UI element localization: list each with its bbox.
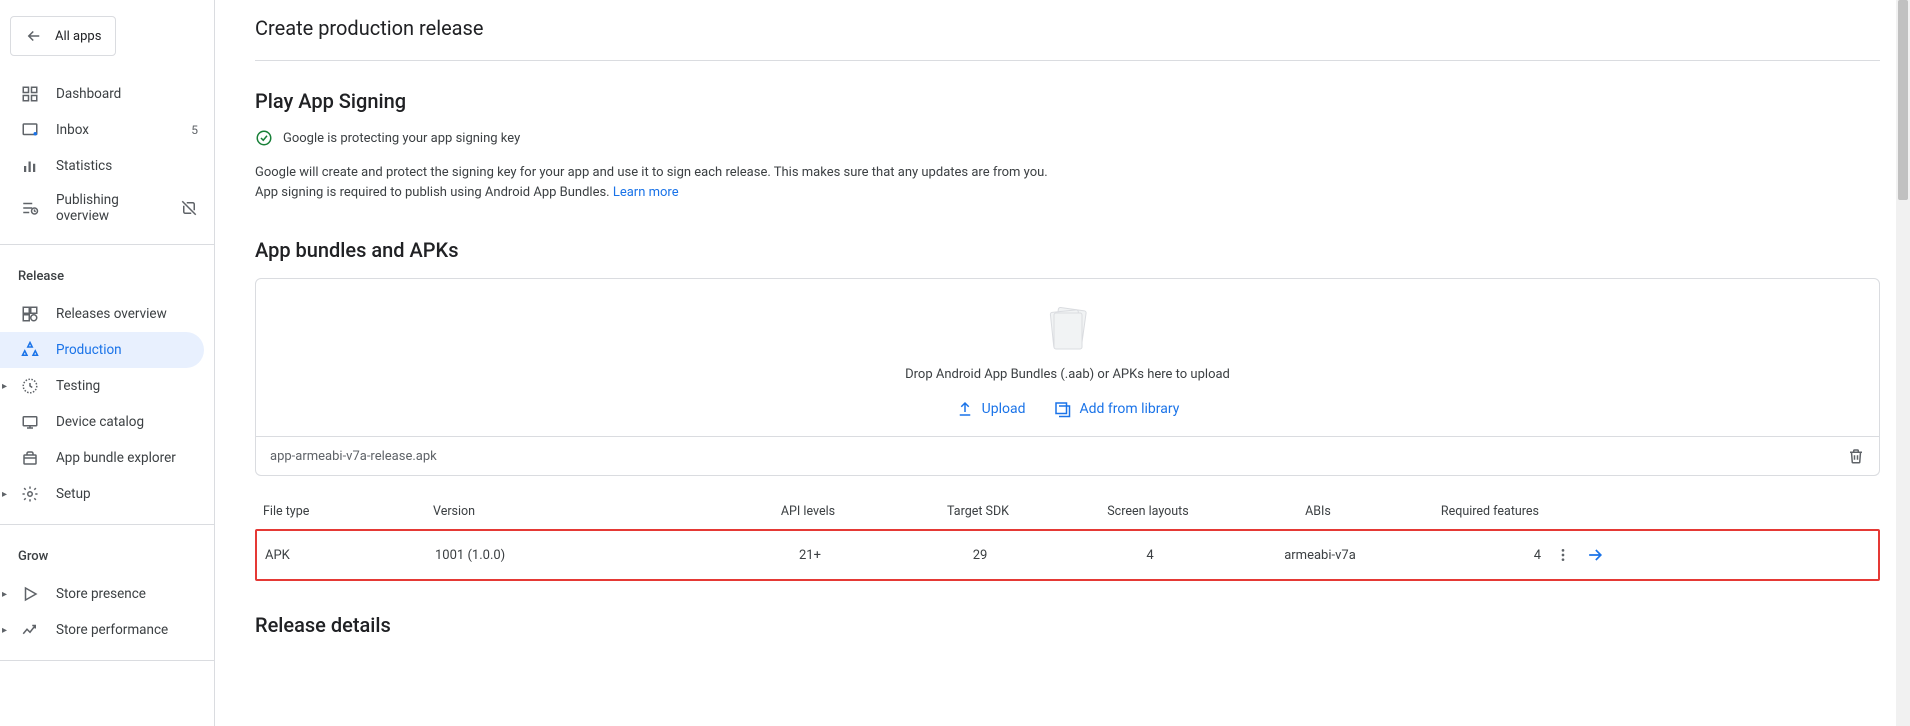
sidebar-item-store-performance[interactable]: ▸ Store performance xyxy=(0,612,214,648)
play-icon xyxy=(20,584,40,604)
sidebar-item-label: Dashboard xyxy=(56,86,198,102)
apk-table: File type Version API levels Target SDK … xyxy=(255,494,1880,581)
section-heading-release-details: Release details xyxy=(255,613,1880,637)
upload-button[interactable]: Upload xyxy=(956,400,1026,418)
th-version: Version xyxy=(433,504,723,519)
sidebar-item-label: App bundle explorer xyxy=(56,450,198,466)
sidebar-item-setup[interactable]: ▸ Setup xyxy=(0,476,214,512)
sidebar-item-label: Publishing overview xyxy=(56,192,164,224)
dashboard-icon xyxy=(20,84,40,104)
sidebar-item-label: Releases overview xyxy=(56,306,198,322)
signing-status-text: Google is protecting your app signing ke… xyxy=(283,131,520,146)
production-icon xyxy=(20,340,40,360)
table-header-row: File type Version API levels Target SDK … xyxy=(255,494,1880,529)
releases-overview-icon xyxy=(20,304,40,324)
chevron-right-icon: ▸ xyxy=(2,589,7,600)
sidebar-item-label: Testing xyxy=(56,378,198,394)
drop-zone-actions: Upload Add from library xyxy=(272,400,1863,418)
more-options-button[interactable] xyxy=(1555,547,1571,563)
cell-file-type: APK xyxy=(265,548,435,563)
sidebar-item-releases-overview[interactable]: Releases overview xyxy=(0,296,214,332)
file-name: app-armeabi-v7a-release.apk xyxy=(270,449,437,464)
add-from-library-button[interactable]: Add from library xyxy=(1053,400,1179,418)
main-content: Create production release Play App Signi… xyxy=(215,0,1910,726)
signing-description: Google will create and protect the signi… xyxy=(255,163,1880,202)
nav-section-grow: ▸ Store presence ▸ Store performance xyxy=(0,572,214,652)
chevron-right-icon: ▸ xyxy=(2,489,7,500)
cell-abis: armeabi-v7a xyxy=(1235,548,1405,563)
performance-icon xyxy=(20,620,40,640)
cell-target-sdk: 29 xyxy=(895,548,1065,563)
table-row: APK 1001 (1.0.0) 21+ 29 4 armeabi-v7a 4 xyxy=(255,529,1880,581)
nav-section-release: Releases overview Production ▸ Testing D… xyxy=(0,292,214,516)
row-actions xyxy=(1545,545,1605,565)
bundle-icon xyxy=(20,448,40,468)
sidebar-item-inbox[interactable]: Inbox 5 xyxy=(0,112,214,148)
publish-overview-icon xyxy=(20,198,40,218)
sidebar-item-label: Store presence xyxy=(56,586,198,602)
th-file-type: File type xyxy=(263,504,433,519)
scrollbar[interactable] xyxy=(1896,0,1910,726)
cell-required-features: 4 xyxy=(1405,548,1545,563)
scrollbar-thumb[interactable] xyxy=(1898,0,1908,200)
chevron-right-icon: ▸ xyxy=(2,381,7,392)
section-title-grow: Grow xyxy=(0,533,214,572)
stats-icon xyxy=(20,156,40,176)
sidebar-item-store-presence[interactable]: ▸ Store presence xyxy=(0,576,214,612)
th-target-sdk: Target SDK xyxy=(893,504,1063,519)
arrow-left-icon xyxy=(25,27,43,45)
sidebar-item-bundle-explorer[interactable]: App bundle explorer xyxy=(0,440,214,476)
gear-icon xyxy=(20,484,40,504)
upload-label: Upload xyxy=(982,401,1026,417)
sidebar-item-label: Device catalog xyxy=(56,414,198,430)
drop-zone-text: Drop Android App Bundles (.aab) or APKs … xyxy=(272,367,1863,382)
sidebar-item-testing[interactable]: ▸ Testing xyxy=(0,368,214,404)
check-shield-icon xyxy=(255,129,273,147)
cell-api-levels: 21+ xyxy=(725,548,895,563)
chevron-right-icon: ▸ xyxy=(2,625,7,636)
upload-icon xyxy=(956,400,974,418)
th-required-features: Required features xyxy=(1403,504,1543,519)
sidebar-item-label: Production xyxy=(56,342,188,358)
divider xyxy=(0,660,214,661)
sidebar-item-production[interactable]: Production xyxy=(0,332,204,368)
all-apps-label: All apps xyxy=(55,29,101,44)
sidebar-item-dashboard[interactable]: Dashboard xyxy=(0,76,214,112)
section-heading-bundles: App bundles and APKs xyxy=(255,238,1880,262)
testing-icon xyxy=(20,376,40,396)
page-title: Create production release xyxy=(255,16,1880,61)
sidebar: All apps Dashboard Inbox 5 Statistics xyxy=(0,0,215,726)
th-api-levels: API levels xyxy=(723,504,893,519)
unpublished-icon xyxy=(180,199,198,217)
learn-more-link[interactable]: Learn more xyxy=(613,185,679,200)
sidebar-item-publishing[interactable]: Publishing overview xyxy=(0,184,214,232)
section-title-release: Release xyxy=(0,253,214,292)
view-details-button[interactable] xyxy=(1585,545,1605,565)
delete-file-button[interactable] xyxy=(1847,447,1865,465)
signing-status: Google is protecting your app signing ke… xyxy=(255,129,1880,147)
divider xyxy=(0,244,214,245)
section-heading-signing: Play App Signing xyxy=(255,89,1880,113)
uploaded-file-row: app-armeabi-v7a-release.apk xyxy=(255,437,1880,476)
add-library-label: Add from library xyxy=(1079,401,1179,417)
cell-screen-layouts: 4 xyxy=(1065,548,1235,563)
sidebar-item-label: Inbox xyxy=(56,122,175,138)
sidebar-item-label: Setup xyxy=(56,486,198,502)
paper-stack-icon xyxy=(1038,303,1098,355)
upload-drop-zone[interactable]: Drop Android App Bundles (.aab) or APKs … xyxy=(255,278,1880,437)
sidebar-item-label: Store performance xyxy=(56,622,198,638)
inbox-icon xyxy=(20,120,40,140)
sidebar-item-label: Statistics xyxy=(56,158,198,174)
th-abis: ABIs xyxy=(1233,504,1403,519)
th-screen-layouts: Screen layouts xyxy=(1063,504,1233,519)
divider xyxy=(0,524,214,525)
sidebar-item-device-catalog[interactable]: Device catalog xyxy=(0,404,214,440)
inbox-badge: 5 xyxy=(191,123,198,137)
cell-version: 1001 (1.0.0) xyxy=(435,548,725,563)
sidebar-item-statistics[interactable]: Statistics xyxy=(0,148,214,184)
library-icon xyxy=(1053,400,1071,418)
nav-section-main: Dashboard Inbox 5 Statistics Publishing … xyxy=(0,72,214,236)
device-icon xyxy=(20,412,40,432)
all-apps-button[interactable]: All apps xyxy=(10,16,116,56)
